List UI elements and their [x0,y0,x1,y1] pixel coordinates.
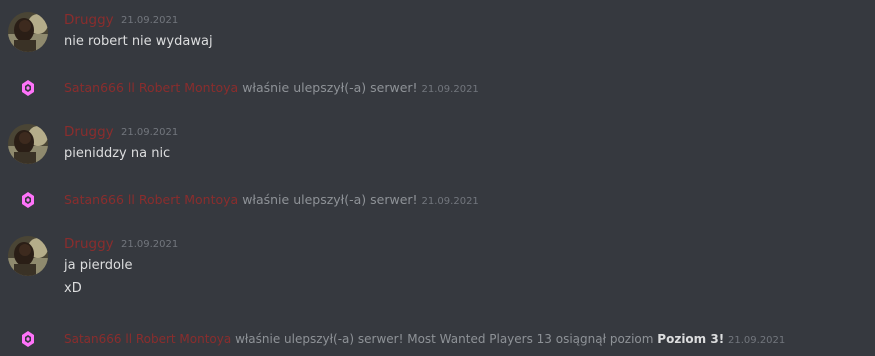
boost-message: właśnie ulepszył(-a) serwer! [242,192,418,207]
message-timestamp: 21.09.2021 [121,239,179,250]
avatar-image [8,12,48,52]
boost-timestamp: 21.09.2021 [421,196,479,207]
message-author[interactable]: Druggy [64,11,114,29]
message-author[interactable]: Druggy [64,235,114,253]
message-timestamp: 21.09.2021 [121,127,179,138]
boost-system-message: Satan666 ll Robert Montoya właśnie uleps… [0,328,875,350]
boost-level: Poziom 3! [657,332,725,346]
avatar[interactable] [8,124,48,164]
boost-message: właśnie ulepszył(-a) serwer! Most Wanted… [235,332,654,346]
boost-system-message: Satan666 ll Robert Montoya właśnie uleps… [0,189,875,211]
boost-author[interactable]: Satan666 ll Robert Montoya [64,80,238,95]
server-boost-icon [20,330,36,348]
chat-messages: Druggy 21.09.2021 nie robert nie wydawaj… [0,0,875,356]
boost-message: właśnie ulepszył(-a) serwer! [242,80,418,95]
avatar[interactable] [8,236,48,276]
boost-text: Satan666 ll Robert Montoya właśnie uleps… [64,79,479,99]
boost-timestamp: 21.09.2021 [421,84,479,95]
avatar-image [8,236,48,276]
boost-timestamp: 21.09.2021 [728,335,786,346]
server-boost-icon [20,191,36,209]
boost-author[interactable]: Satan666 ll Robert Montoya [64,332,231,346]
boost-text: Satan666 ll Robert Montoya właśnie uleps… [64,191,479,211]
avatar-image [8,124,48,164]
message-timestamp: 21.09.2021 [121,15,179,26]
message-text: nie robert nie wydawaj [64,34,213,49]
message-text: ja pierdole [64,258,133,273]
avatar[interactable] [8,12,48,52]
message-author[interactable]: Druggy [64,123,114,141]
message-text: pieniddzy na nic [64,146,171,161]
server-boost-icon [20,79,36,97]
boost-text: Satan666 ll Robert Montoya właśnie uleps… [64,330,785,350]
boost-system-message: Satan666 ll Robert Montoya właśnie uleps… [0,77,875,99]
message-text: xD [64,281,82,296]
boost-author[interactable]: Satan666 ll Robert Montoya [64,192,238,207]
